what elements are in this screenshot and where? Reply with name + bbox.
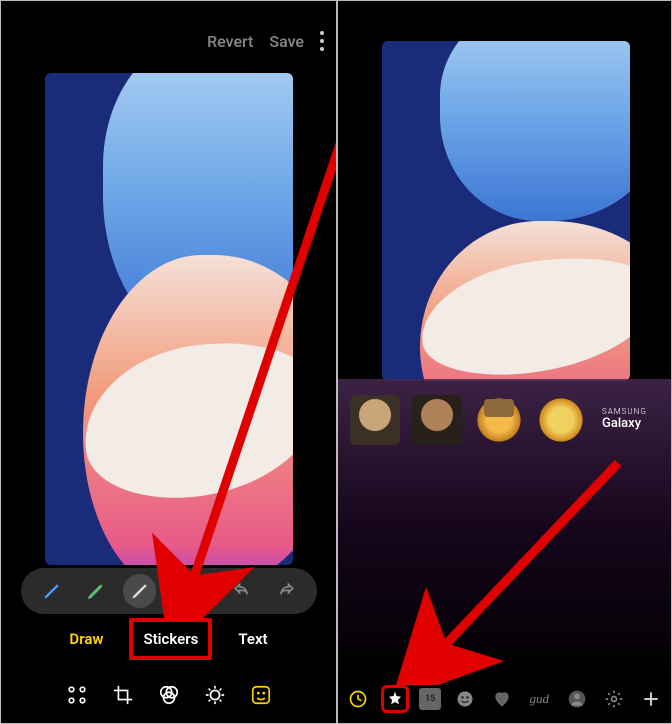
transform-icon[interactable] — [63, 681, 91, 709]
category-text-icon[interactable]: gud — [526, 685, 553, 713]
image-preview[interactable] — [45, 73, 293, 565]
tab-text[interactable]: Text — [230, 625, 275, 653]
sticker-item[interactable] — [350, 395, 400, 445]
sticker-item[interactable] — [474, 395, 524, 445]
model-label: Galaxy — [602, 417, 647, 431]
date-number: 15 — [425, 695, 435, 703]
category-heart-icon[interactable] — [488, 685, 515, 713]
toolbar-divider — [212, 577, 213, 605]
undo-button[interactable] — [225, 574, 259, 608]
sticker-item[interactable] — [412, 395, 462, 445]
category-gallery-icon[interactable] — [381, 685, 409, 713]
sticker-category-bar: 15 gud — [338, 685, 671, 713]
pen-tool-blue[interactable] — [35, 574, 69, 608]
category-settings-icon[interactable] — [600, 685, 627, 713]
eraser-tool[interactable] — [166, 574, 200, 608]
sticker-picker-panel: SAMSUNG Galaxy — [338, 379, 671, 679]
category-emoji-icon[interactable] — [451, 685, 478, 713]
pen-tool-selected[interactable] — [123, 574, 157, 608]
save-button[interactable]: Save — [269, 32, 304, 51]
more-options-icon[interactable] — [320, 31, 324, 51]
tab-stickers[interactable]: Stickers — [129, 618, 212, 660]
sticker-item[interactable] — [536, 395, 586, 445]
revert-button[interactable]: Revert — [207, 32, 253, 51]
category-avatar-icon[interactable] — [563, 685, 590, 713]
adjust-icon[interactable] — [201, 681, 229, 709]
image-preview[interactable] — [382, 41, 630, 381]
sticker-item-galaxy-logo[interactable]: SAMSUNG Galaxy — [602, 408, 647, 431]
decorate-icon[interactable] — [247, 681, 275, 709]
editor-screen-stickers: SAMSUNG Galaxy 15 gud — [336, 0, 672, 724]
redo-button[interactable] — [269, 574, 303, 608]
sticker-row: SAMSUNG Galaxy — [338, 379, 671, 445]
mode-tabs: Draw Stickers Text — [1, 618, 336, 660]
drawing-toolbar — [21, 568, 317, 614]
tab-draw[interactable]: Draw — [61, 625, 111, 653]
crop-icon[interactable] — [109, 681, 137, 709]
category-recent-icon[interactable] — [344, 685, 371, 713]
category-date-icon[interactable]: 15 — [419, 688, 441, 710]
filters-icon[interactable] — [155, 681, 183, 709]
category-add-icon[interactable] — [638, 685, 665, 713]
editor-screen-draw: Revert Save Draw Stickers — [0, 0, 336, 724]
top-bar: Revert Save — [207, 31, 324, 51]
pen-tool-green[interactable] — [79, 574, 113, 608]
editor-bottom-nav — [1, 681, 336, 709]
